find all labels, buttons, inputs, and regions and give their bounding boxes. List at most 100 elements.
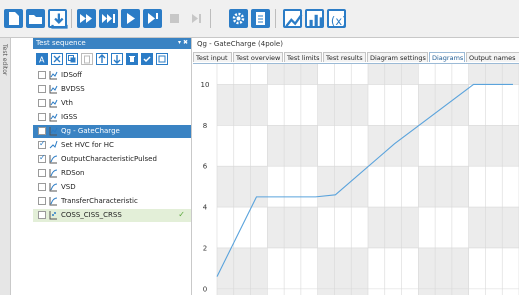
check-all-icon[interactable]: [141, 53, 153, 65]
tree-item-checkbox[interactable]: [38, 71, 46, 79]
paste-icon: [81, 53, 93, 65]
cut-icon[interactable]: [51, 53, 63, 65]
delete-icon[interactable]: [126, 53, 138, 65]
tree-item-label: IGSS: [61, 113, 78, 121]
plot-shade-band: [468, 207, 519, 248]
tree-item-label: TransferCharacteristic: [61, 197, 138, 205]
tab-bar: Test input Test overview Test limits Test r…: [193, 52, 519, 64]
tab-output-names[interactable]: Output names: [466, 52, 519, 62]
tree-item-label: COSS_CISS_CRSS: [61, 211, 122, 219]
toolbar: (x): [0, 0, 519, 38]
chart-icon: [49, 70, 58, 80]
tree-item-checkbox[interactable]: [38, 139, 46, 149]
test-editor-tab[interactable]: Test editor: [0, 38, 11, 295]
plot-shade-band: [217, 84, 268, 126]
select-all-icon[interactable]: A: [36, 53, 48, 65]
download-icon[interactable]: [48, 9, 68, 29]
gear-icon[interactable]: [229, 9, 248, 28]
tree-item-label: Vth: [61, 99, 73, 107]
tab-test-limits[interactable]: Test limits: [284, 52, 322, 62]
tree-item[interactable]: RDSon: [33, 167, 191, 180]
tree-item-checkbox[interactable]: [38, 113, 46, 121]
tree-item[interactable]: OutputCharacteristicPulsed: [33, 153, 191, 166]
curve-icon: [49, 196, 58, 206]
tree-item-checkbox[interactable]: [38, 153, 46, 163]
chart-icon: [49, 126, 58, 136]
tree-item-label: IDSoff: [61, 71, 83, 79]
formula-icon[interactable]: (x): [327, 9, 347, 28]
copy-icon[interactable]: [66, 53, 78, 65]
tree-item-checkbox[interactable]: [38, 197, 46, 205]
play-icon[interactable]: [121, 9, 140, 28]
tree-item-label: VSD: [61, 183, 76, 191]
y-tick-label: 8: [203, 122, 207, 130]
new-file-icon[interactable]: [4, 9, 23, 28]
tab-test-input[interactable]: Test input: [193, 52, 232, 62]
play-single-icon[interactable]: [143, 9, 162, 28]
tree-item-label: RDSon: [61, 169, 85, 177]
uncheck-all-icon[interactable]: [156, 53, 168, 65]
diagram-panel: Qg - GateCharge (4pole) Test input Test o…: [193, 38, 519, 295]
report-icon[interactable]: [251, 9, 270, 28]
tree-item[interactable]: VSD: [33, 181, 191, 194]
y-tick-label: 10: [201, 81, 210, 89]
plot-shade-band: [468, 125, 519, 167]
plot-shade-band: [368, 207, 419, 248]
tree-item[interactable]: Qg - GateCharge: [33, 125, 191, 138]
plot-shade-band: [317, 247, 368, 295]
gate-charge-chart: 0 2 4 6 8 10: [201, 64, 519, 295]
tree-item[interactable]: Set HVC for HC: [33, 139, 191, 152]
chart-icon: [49, 84, 58, 94]
skip-icon: [187, 9, 206, 28]
tree-item-label: BVDSS: [61, 85, 85, 93]
run-step-icon[interactable]: [99, 9, 118, 28]
y-tick-label: 0: [203, 285, 207, 293]
tree-item[interactable]: IGSS: [33, 111, 191, 124]
plot-shade-band: [267, 64, 318, 85]
tree-item-checkbox[interactable]: [38, 127, 46, 135]
tab-test-overview[interactable]: Test overview: [233, 52, 283, 62]
dots-icon: [49, 210, 58, 220]
tab-diagrams[interactable]: Diagrams: [429, 52, 465, 62]
plot-shade-band: [418, 84, 469, 126]
chart-icon: [49, 98, 58, 108]
tree-item-checkbox[interactable]: [38, 211, 46, 219]
curve-icon: [49, 182, 58, 192]
bar-chart-icon[interactable]: [305, 9, 324, 28]
plot-shade-band: [418, 166, 469, 208]
tab-test-results[interactable]: Test results: [323, 52, 366, 62]
tree-item-checkbox[interactable]: [38, 183, 46, 191]
tree-item[interactable]: TransferCharacteristic: [33, 195, 191, 208]
plot-shade-band: [468, 64, 519, 85]
panel-header: Test sequence ▾ ✖: [33, 38, 191, 49]
tree-item-checkbox[interactable]: [38, 85, 46, 93]
test-editor-tab-label: Test editor: [1, 44, 8, 76]
tree-item-checkbox[interactable]: [38, 169, 46, 177]
move-up-icon[interactable]: [96, 53, 108, 65]
tab-diagram-settings[interactable]: Diagram settings: [367, 52, 428, 62]
settings-icon: [49, 140, 58, 150]
tree-item[interactable]: COSS_CISS_CRSS ✓: [33, 209, 191, 222]
panel-pin-close-icon[interactable]: ▾ ✖: [178, 39, 188, 46]
test-sequence-panel: Test sequence ▾ ✖ A IDSoff BVDSS Vth IGSS Qg…: [33, 38, 192, 295]
plot-shade-band: [267, 125, 318, 167]
tree-item[interactable]: IDSoff: [33, 69, 191, 82]
chart-icon: [49, 112, 58, 122]
plot-shade-band: [317, 166, 368, 208]
open-folder-icon[interactable]: [26, 9, 45, 28]
move-down-icon[interactable]: [111, 53, 123, 65]
tree-item[interactable]: Vth: [33, 97, 191, 110]
tree-item-checkbox[interactable]: [38, 99, 46, 107]
run-all-icon[interactable]: [77, 9, 96, 28]
y-tick-label: 6: [203, 163, 208, 171]
plot-shade-band: [368, 64, 419, 85]
tree-item[interactable]: BVDSS: [33, 83, 191, 96]
y-tick-label: 4: [203, 204, 208, 212]
curve-icon: [49, 154, 58, 164]
line-chart-icon[interactable]: [283, 9, 303, 28]
plot-shade-band: [317, 84, 368, 126]
tree-item-label: Qg - GateCharge: [61, 127, 120, 135]
tree-item-label: OutputCharacteristicPulsed: [61, 155, 157, 163]
plot-shade-band: [418, 247, 469, 295]
curve-icon: [49, 168, 58, 178]
